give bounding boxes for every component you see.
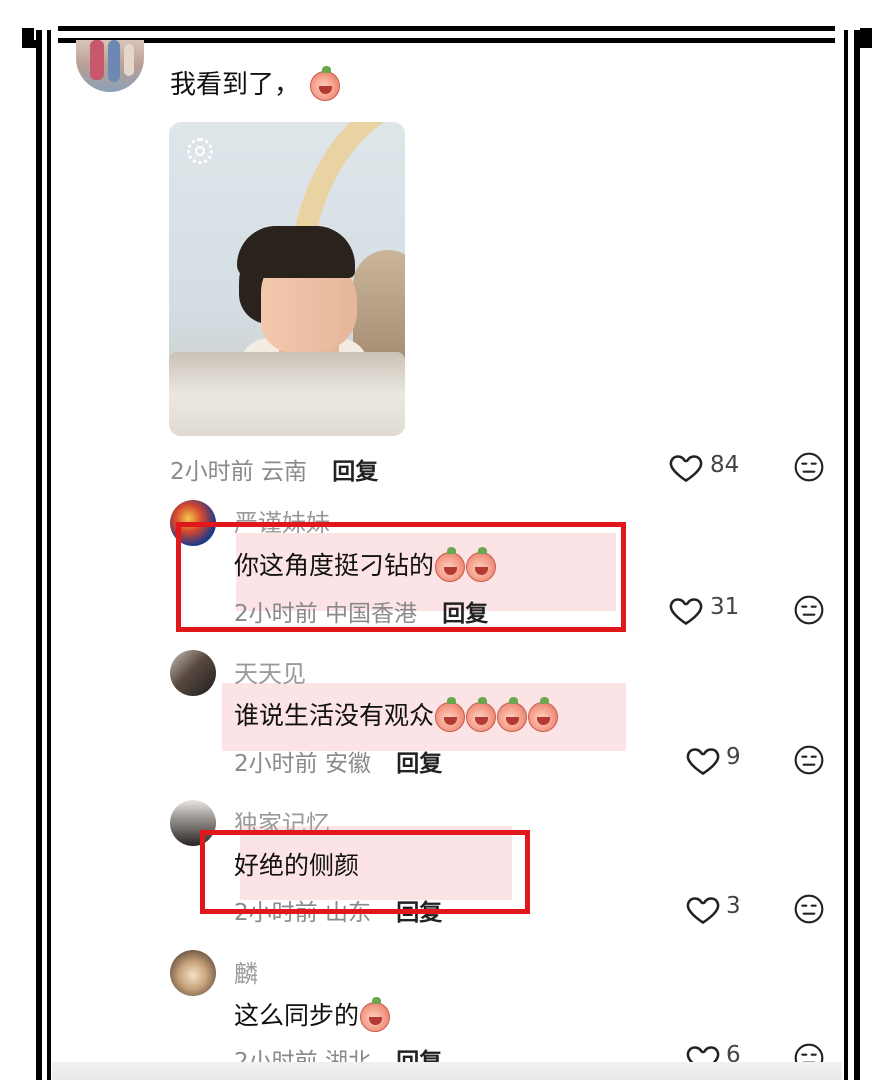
reply-text: 谁说生活没有观众 — [234, 696, 559, 732]
red-annotation-box — [200, 830, 530, 914]
like-count: 31 — [710, 594, 740, 620]
crying-peach-emoji-icon — [360, 997, 391, 1032]
live-photo-icon — [187, 138, 213, 164]
reply-username[interactable]: 麟 — [234, 954, 258, 989]
heart-outline-icon[interactable] — [668, 592, 704, 628]
neutral-face-icon[interactable] — [793, 451, 825, 483]
main-comment-text: 我看到了， — [170, 64, 341, 101]
comment-thread-page: 我看到了， 2小时前 云南 回复 84 严谨妹妹 你这角度挺刁钻的 2小时前 中… — [0, 0, 890, 1080]
heart-outline-icon[interactable] — [685, 742, 721, 778]
comment-time: 2小时前 — [170, 459, 254, 485]
neutral-face-icon[interactable] — [793, 744, 825, 776]
laughing-peach-emoji-icon — [435, 697, 466, 732]
main-comment-avatar[interactable] — [76, 40, 144, 92]
frame-border-right-inner — [844, 30, 848, 1080]
bottom-input-bar-edge — [52, 1062, 842, 1080]
neutral-face-icon[interactable] — [793, 893, 825, 925]
reply-avatar[interactable] — [170, 650, 216, 696]
reply-username[interactable]: 天天见 — [234, 654, 306, 689]
laughing-peach-emoji-icon — [528, 697, 559, 732]
neutral-face-icon[interactable] — [793, 594, 825, 626]
frame-border-left — [36, 30, 42, 1080]
laughing-peach-emoji-icon — [466, 697, 497, 732]
laughing-peach-emoji-icon — [497, 697, 528, 732]
frame-border-top-inner — [58, 38, 835, 43]
frame-border-left-inner — [47, 30, 51, 1080]
like-count: 84 — [710, 452, 740, 478]
frame-corner-tr — [860, 28, 872, 40]
peach-emoji-icon — [310, 65, 341, 101]
reply-text: 这么同步的 — [234, 996, 391, 1032]
frame-border-top — [58, 26, 835, 31]
frame-corner-tr-2 — [856, 40, 872, 48]
frame-corner-tl-2 — [22, 40, 38, 48]
reply-button[interactable]: 回复 — [332, 459, 378, 485]
reply-meta: 2小时前 安徽 回复 — [234, 751, 443, 777]
comment-location: 云南 — [260, 459, 307, 485]
heart-outline-icon[interactable] — [685, 891, 721, 927]
like-count: 9 — [726, 744, 741, 770]
frame-corner-tl — [22, 28, 34, 40]
reply-avatar[interactable] — [170, 950, 216, 996]
frame-border-right — [854, 30, 860, 1080]
comment-photo[interactable] — [169, 122, 405, 436]
red-annotation-box — [176, 522, 626, 632]
like-count: 3 — [726, 893, 741, 919]
main-comment-meta: 2小时前 云南 回复 — [170, 452, 378, 486]
heart-outline-icon[interactable] — [668, 449, 704, 485]
reply-button[interactable]: 回复 — [396, 751, 442, 777]
